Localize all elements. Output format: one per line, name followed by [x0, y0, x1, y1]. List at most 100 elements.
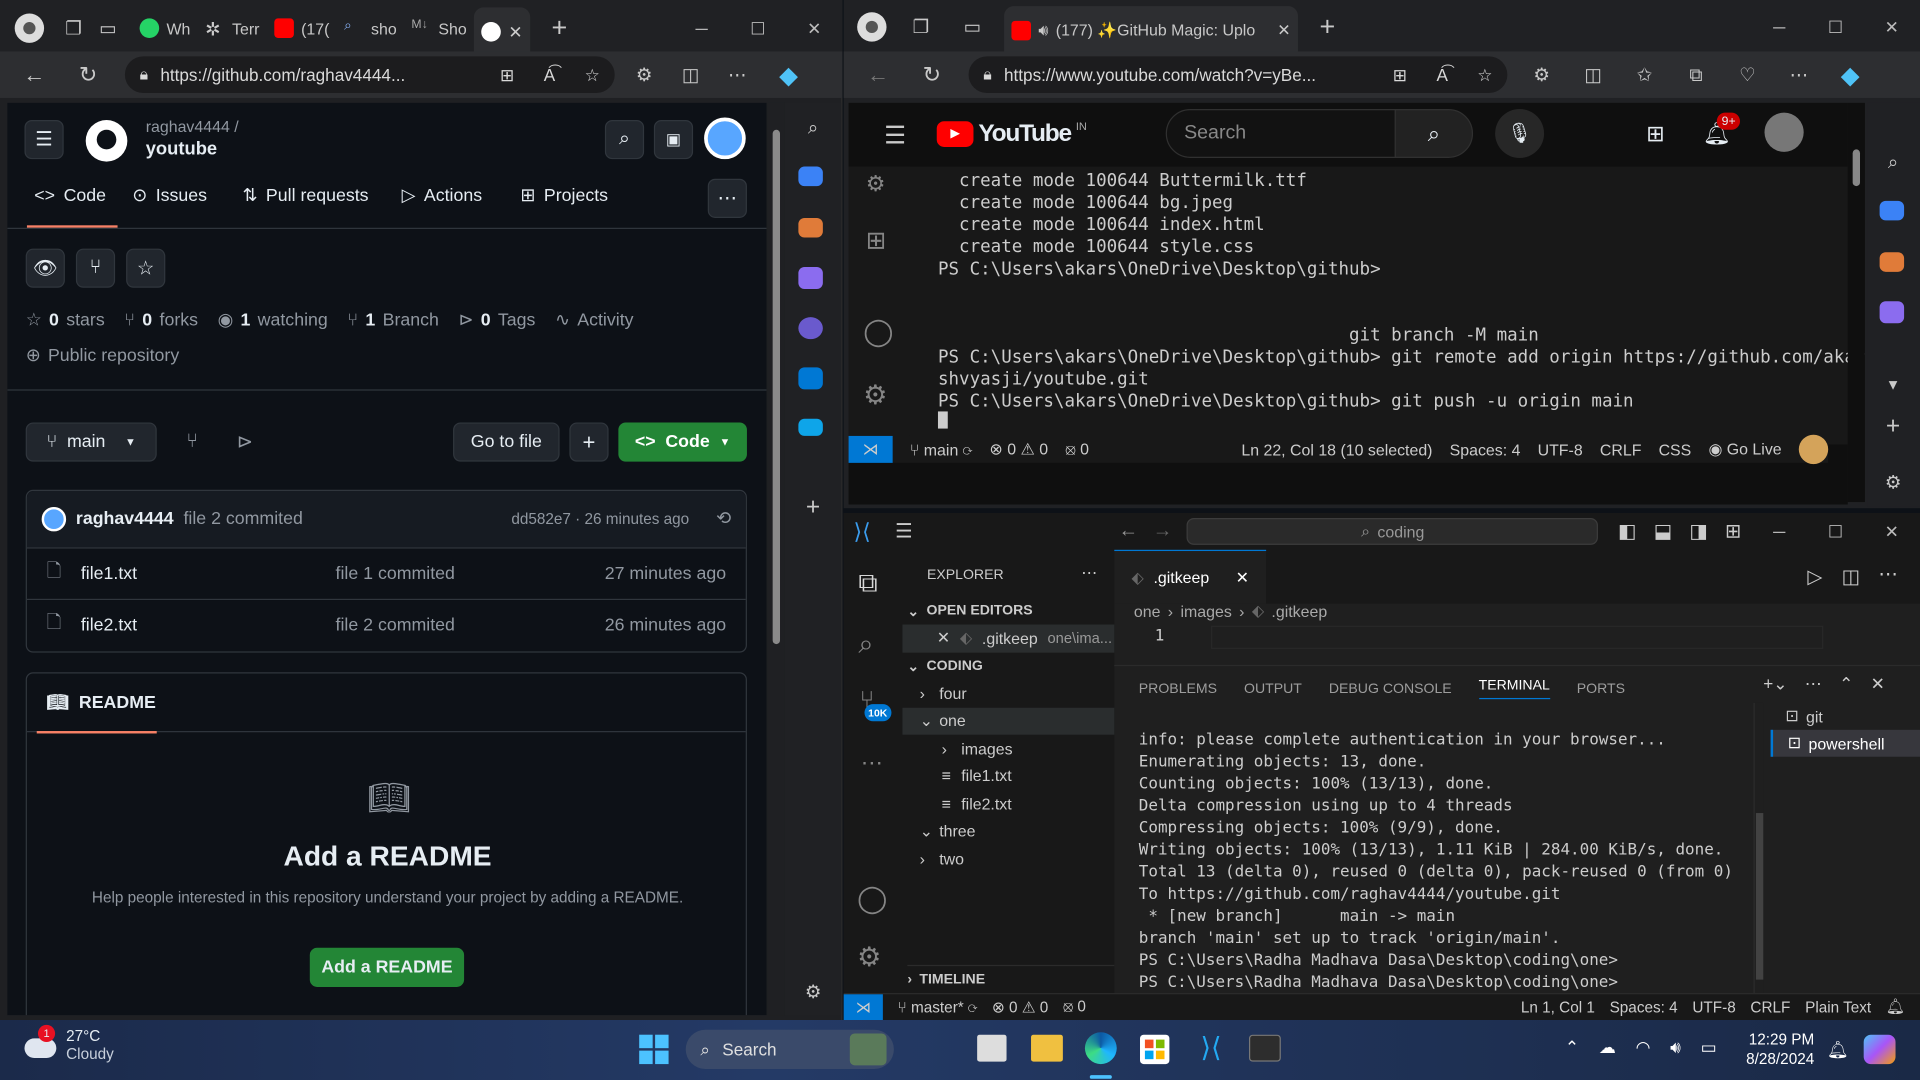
- app-available-icon[interactable]: ⊞: [1393, 64, 1407, 85]
- hamburger-icon[interactable]: ☰: [878, 118, 912, 152]
- copilot-taskbar-icon[interactable]: [1863, 1034, 1896, 1065]
- tab-medium[interactable]: M↓ Sho: [404, 7, 474, 49]
- indent-indicator[interactable]: Spaces: 4: [1610, 999, 1678, 1016]
- toolbox-icon[interactable]: [1879, 252, 1905, 272]
- search-icon[interactable]: ⌕: [796, 110, 830, 144]
- tree-item-four[interactable]: › four: [902, 680, 1114, 708]
- favorites-icon[interactable]: ✩: [1627, 58, 1661, 92]
- task-view-icon[interactable]: [977, 1034, 1007, 1062]
- stars-link[interactable]: ☆ 0 stars: [26, 311, 105, 331]
- file-explorer-icon[interactable]: [1031, 1034, 1063, 1062]
- tab-actions-icon[interactable]: ▭: [91, 11, 125, 45]
- nav-forward-icon[interactable]: →: [1153, 520, 1173, 542]
- remote-icon[interactable]: ⋊: [843, 993, 883, 1021]
- tab-actions[interactable]: ▷ Actions: [402, 186, 521, 206]
- history-icon[interactable]: ⟲: [716, 509, 731, 529]
- volume-icon[interactable]: 🔊︎: [1670, 1037, 1681, 1058]
- tree-item-file2-txt[interactable]: ≡ file2.txt: [902, 790, 1114, 818]
- user-avatar[interactable]: [704, 117, 746, 160]
- chevron-down-icon[interactable]: ▼: [1876, 367, 1910, 401]
- search-button[interactable]: ⌕: [604, 120, 645, 160]
- new-tab-icon[interactable]: +: [1310, 10, 1344, 44]
- vscode-taskbar-icon[interactable]: ⟩⟨: [1195, 1032, 1227, 1064]
- new-terminal-icon[interactable]: +⌄: [1763, 673, 1787, 694]
- url-field[interactable]: 🔒︎ https://github.com/raghav4444... ⊞ A͡ ☆: [124, 56, 615, 94]
- terminal-item-git[interactable]: ⊡ git: [1771, 703, 1920, 730]
- open-editor-item[interactable]: ✕ ⬖ .gitkeep one\ima...: [902, 624, 1115, 653]
- tab-projects[interactable]: ⊞ Projects: [520, 186, 608, 206]
- close-panel-icon[interactable]: ✕: [1871, 673, 1885, 694]
- mic-icon[interactable]: 🎙︎: [1495, 108, 1545, 158]
- tags-link[interactable]: ⊳ 0 Tags: [458, 311, 535, 331]
- terminal-scrollbar[interactable]: [1753, 702, 1764, 995]
- branch-selector[interactable]: ⑂ main ▼: [25, 422, 157, 462]
- favorite-star-icon[interactable]: ☆: [1477, 64, 1492, 85]
- favorite-star-icon[interactable]: ☆: [585, 64, 600, 85]
- settings-icon[interactable]: ⚙: [796, 975, 830, 1009]
- tab-terminal[interactable]: TERMINAL: [1478, 678, 1550, 700]
- copilot-icon[interactable]: ◆: [1833, 58, 1867, 92]
- onedrive-icon[interactable]: ☁: [1599, 1037, 1616, 1058]
- add-file-button[interactable]: +: [569, 422, 609, 462]
- tab-problems[interactable]: PROBLEMS: [1139, 681, 1217, 696]
- add-icon[interactable]: +: [1876, 409, 1910, 443]
- windows-start-icon[interactable]: [639, 1034, 669, 1065]
- workspaces-icon[interactable]: ❐: [56, 11, 90, 45]
- tree-item-file1-txt[interactable]: ≡ file1.txt: [902, 762, 1114, 790]
- cursor-position[interactable]: Ln 1, Col 1: [1521, 999, 1595, 1016]
- scrollbar[interactable]: [767, 102, 785, 1016]
- more-icon[interactable]: ⋯: [1782, 58, 1816, 92]
- tree-item-three[interactable]: ⌄ three: [902, 817, 1114, 845]
- profile-avatar-icon[interactable]: [14, 13, 45, 43]
- explorer-icon[interactable]: ⧉: [858, 567, 877, 599]
- create-icon[interactable]: ⊞: [1640, 118, 1672, 150]
- games-icon[interactable]: [798, 266, 823, 289]
- close-icon[interactable]: ✕: [1236, 568, 1249, 588]
- more-icon[interactable]: ⋯: [1878, 562, 1898, 586]
- shopping-tag-icon[interactable]: [798, 166, 823, 187]
- maximize-icon[interactable]: ☐: [1807, 513, 1863, 550]
- add-readme-button[interactable]: Add a README: [309, 947, 465, 987]
- command-center-search[interactable]: ⌕ coding: [1187, 517, 1599, 545]
- eol-indicator[interactable]: CRLF: [1750, 999, 1790, 1016]
- close-window-icon[interactable]: ✕: [1864, 513, 1920, 550]
- watching-link[interactable]: ◉ 1 watching: [218, 311, 328, 331]
- tab-ports[interactable]: PORTS: [1577, 681, 1625, 696]
- forks-link[interactable]: ⑂ 0 forks: [124, 311, 198, 331]
- more-icon[interactable]: ⋯: [861, 751, 883, 777]
- star-button[interactable]: ☆: [126, 248, 166, 288]
- split-editor-icon[interactable]: ◫: [1842, 564, 1861, 588]
- encoding-indicator[interactable]: UTF-8: [1692, 999, 1735, 1016]
- close-icon[interactable]: ✕: [937, 628, 950, 648]
- scrollbar[interactable]: [1847, 102, 1865, 503]
- minimize-icon[interactable]: ─: [1751, 2, 1807, 51]
- back-icon[interactable]: ←: [861, 58, 895, 92]
- commit-message[interactable]: file 2 commited: [183, 509, 302, 529]
- commit-hash[interactable]: dd582e7 · 26 minutes ago: [511, 511, 689, 528]
- tab-youtube[interactable]: (17(: [267, 7, 337, 49]
- more-nav-button[interactable]: ⋯: [707, 178, 747, 218]
- branch-indicator[interactable]: ⑂ master* ⟳: [898, 999, 978, 1016]
- notifications-bell-icon[interactable]: 🔔︎: [1827, 1040, 1849, 1061]
- microsoft-store-icon[interactable]: [1140, 1034, 1170, 1065]
- tab-actions-icon[interactable]: ▭: [955, 10, 989, 44]
- refresh-icon[interactable]: ↻: [915, 58, 949, 92]
- taskbar-search[interactable]: ⌕ Search: [685, 1029, 894, 1069]
- github-logo-icon[interactable]: [85, 120, 128, 162]
- go-to-file-button[interactable]: Go to file: [453, 422, 560, 462]
- user-avatar[interactable]: [1764, 112, 1804, 152]
- search-button[interactable]: ⌕: [1394, 108, 1474, 158]
- tab-search[interactable]: ⌕ sho: [337, 7, 404, 49]
- open-editors-section[interactable]: ⌄ OPEN EDITORS: [907, 598, 1032, 626]
- repo-owner[interactable]: raghav4444 /: [146, 118, 239, 136]
- tree-item-images[interactable]: › images: [902, 735, 1114, 763]
- battery-icon[interactable]: ▭: [1701, 1037, 1717, 1058]
- file-row[interactable]: 🗋︎ file2.txt file 2 commited 26 minutes ago: [26, 598, 746, 650]
- copilot-designer-icon[interactable]: [798, 317, 823, 340]
- speaker-icon[interactable]: 🔊︎: [1038, 21, 1048, 41]
- minimize-icon[interactable]: ─: [1751, 513, 1807, 550]
- new-tab-icon[interactable]: +: [542, 11, 576, 45]
- nav-back-icon[interactable]: ←: [1118, 520, 1138, 542]
- shopping-tag-icon[interactable]: [1879, 200, 1905, 221]
- fork-button[interactable]: ⑂: [75, 248, 116, 288]
